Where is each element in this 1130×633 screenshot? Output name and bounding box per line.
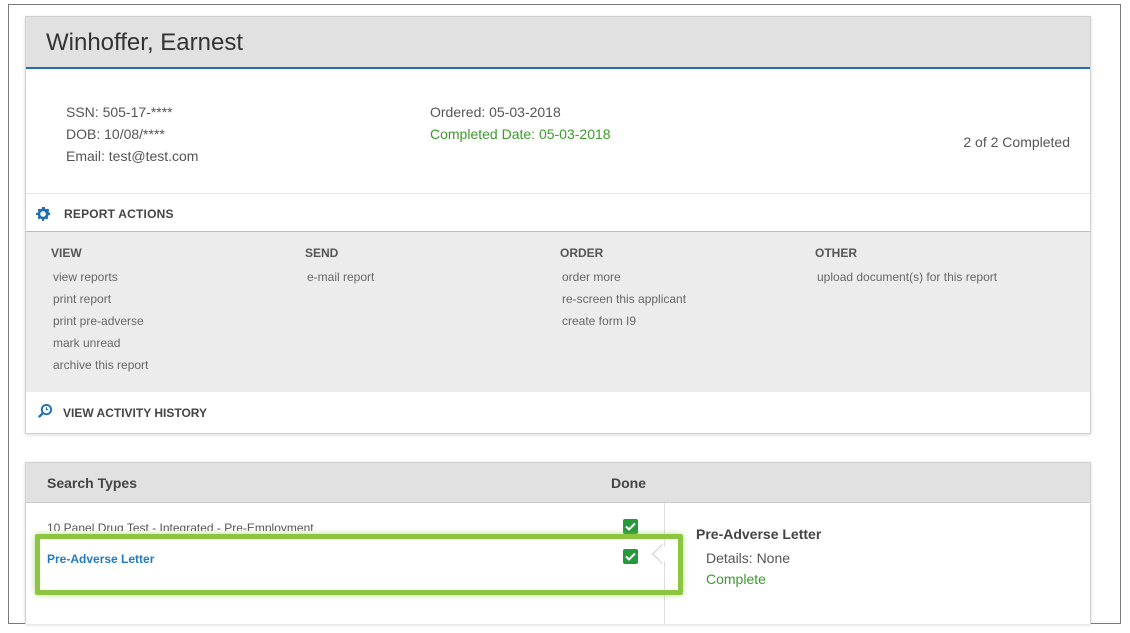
order-dates: Ordered: 05-03-2018 Completed Date: 05-0… — [430, 101, 611, 145]
print-pre-adverse-link[interactable]: print pre-adverse — [53, 310, 148, 332]
actions-column-send: SEND e-mail report — [305, 246, 374, 288]
print-report-link[interactable]: print report — [53, 288, 148, 310]
done-checkbox-icon — [623, 519, 638, 534]
applicant-identity: SSN: 505-17-**** DOB: 10/08/**** Email: … — [66, 101, 198, 167]
actions-column-other: OTHER upload document(s) for this report — [815, 246, 997, 288]
upload-documents-link[interactable]: upload document(s) for this report — [817, 266, 997, 288]
actions-heading-view: VIEW — [51, 246, 82, 260]
report-actions-panel: VIEW view reports print report print pre… — [26, 232, 1090, 392]
search-types-card: Search Types Done 10 Panel Drug Test - I… — [25, 462, 1091, 624]
rescreen-applicant-link[interactable]: re-screen this applicant — [562, 288, 686, 310]
search-type-row-pre-adverse-letter[interactable]: Pre-Adverse Letter — [47, 552, 154, 566]
create-form-i9-link[interactable]: create form I9 — [562, 310, 686, 332]
activity-search-icon — [38, 403, 53, 418]
applicant-info: SSN: 505-17-**** DOB: 10/08/**** Email: … — [26, 69, 1090, 194]
selection-pointer — [652, 544, 672, 564]
email-report-link[interactable]: e-mail report — [307, 266, 374, 288]
mark-unread-link[interactable]: mark unread — [53, 332, 148, 354]
detail-details: Details: None — [706, 550, 791, 566]
actions-heading-send: SEND — [305, 246, 339, 260]
done-checkbox-icon — [623, 549, 638, 564]
actions-column-view: VIEW view reports print report print pre… — [51, 246, 148, 376]
applicant-name: Winhoffer, Earnest — [46, 29, 243, 56]
search-type-row-drug-test[interactable]: 10 Panel Drug Test - Integrated - Pre-Em… — [47, 521, 314, 531]
email-text: Email: test@test.com — [66, 148, 199, 164]
actions-column-order: ORDER order more re-screen this applican… — [560, 246, 686, 332]
view-reports-link[interactable]: view reports — [53, 266, 148, 288]
detail-divider — [664, 503, 665, 624]
detail-status: Complete — [706, 571, 766, 587]
actions-heading-order: ORDER — [560, 246, 604, 260]
order-more-link[interactable]: order more — [562, 266, 686, 288]
search-type-name: 10 Panel Drug Test - Integrated - Pre-Em… — [47, 521, 314, 531]
activity-history-label: VIEW ACTIVITY HISTORY — [63, 406, 208, 420]
dob-text: DOB: 10/08/**** — [66, 126, 165, 142]
archive-report-link[interactable]: archive this report — [53, 354, 148, 376]
search-types-header: Search Types Done — [26, 463, 1090, 503]
report-actions-bar[interactable]: REPORT ACTIONS — [26, 194, 1090, 232]
search-types-column-header: Search Types — [47, 475, 138, 491]
report-actions-label: REPORT ACTIONS — [64, 207, 174, 221]
completed-date: Completed Date: 05-03-2018 — [430, 126, 611, 142]
gear-icon — [36, 206, 51, 221]
done-column-header: Done — [611, 475, 646, 491]
applicant-card: Winhoffer, Earnest SSN: 505-17-**** DOB:… — [25, 16, 1091, 434]
search-type-detail-panel: Pre-Adverse Letter Details: None Complet… — [696, 526, 821, 590]
ssn-text: SSN: 505-17-**** — [66, 104, 173, 120]
ordered-date: Ordered: 05-03-2018 — [430, 104, 561, 120]
actions-heading-other: OTHER — [815, 246, 857, 260]
view-activity-history[interactable]: VIEW ACTIVITY HISTORY — [26, 392, 1090, 432]
detail-title: Pre-Adverse Letter — [696, 526, 822, 542]
applicant-header: Winhoffer, Earnest — [26, 17, 1090, 69]
completion-count: 2 of 2 Completed — [963, 134, 1070, 150]
